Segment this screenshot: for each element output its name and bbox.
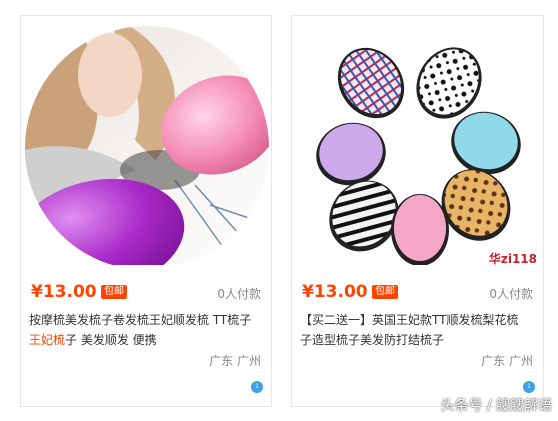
free-shipping-badge: 包邮 xyxy=(372,285,398,299)
price-row: ¥13.00 包邮 0人付款 xyxy=(302,282,533,304)
product-card-2[interactable]: 华zi118 ¥13.00 包邮 0人付款 【买二送一】英国王妃款TT顺发梳梨花… xyxy=(291,15,544,407)
sales-count: 0人付款 xyxy=(489,287,533,301)
product-image-2[interactable]: 华zi118 xyxy=(296,20,541,265)
title-text: 按摩梳美发梳子卷发梳王妃顺发梳 TT梳子 xyxy=(29,313,252,327)
hairbrush-photo xyxy=(25,26,269,265)
free-shipping-badge: 包邮 xyxy=(101,285,127,299)
image-watermark: 华zi118 xyxy=(489,251,537,265)
sales-count: 0人付款 xyxy=(217,287,261,301)
price: ¥13.00 xyxy=(31,282,97,302)
title-text-rest: 子造型梳子美发防打结梳子 xyxy=(300,333,445,347)
chat-bubble-icon[interactable]: 1 xyxy=(251,381,263,393)
price-row: ¥13.00 包邮 0人付款 xyxy=(31,282,261,304)
title-highlight: 王妃梳 xyxy=(29,333,66,347)
page-watermark: 头条号 / 餿餿解语 xyxy=(440,398,552,414)
product-title-link[interactable]: 按摩梳美发梳子卷发梳王妃顺发梳 TT梳子 王妃梳子 美发顺发 便携 xyxy=(29,310,263,350)
title-text-rest: 子 美发顺发 便携 xyxy=(65,333,157,347)
hairbrush-set-photo: 华zi118 xyxy=(296,20,541,265)
product-title-link[interactable]: 【买二送一】英国王妃款TT顺发梳梨花梳 子造型梳子美发防打结梳子 xyxy=(300,310,535,350)
seller-location: 广东 广州 xyxy=(209,354,261,368)
product-image-1[interactable] xyxy=(25,20,269,265)
product-card-1[interactable]: ¥13.00 包邮 0人付款 按摩梳美发梳子卷发梳王妃顺发梳 TT梳子 王妃梳子… xyxy=(20,15,272,407)
seller-location: 广东 广州 xyxy=(481,354,533,368)
title-text: 【买二送一】英国王妃款TT顺发梳梨花梳 xyxy=(300,313,519,327)
chat-bubble-icon[interactable]: 1 xyxy=(523,381,535,393)
price: ¥13.00 xyxy=(302,282,368,302)
